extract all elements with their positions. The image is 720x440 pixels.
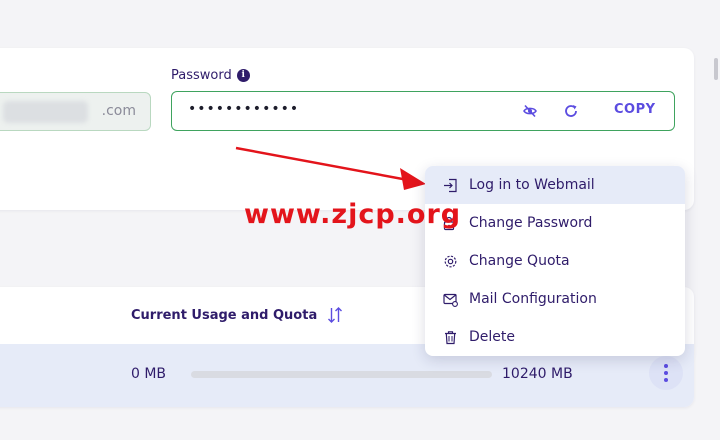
hide-password-icon[interactable] xyxy=(522,103,538,119)
menu-item-label: Mail Configuration xyxy=(469,291,597,307)
kebab-dot xyxy=(664,371,668,375)
menu-item-label: Log in to Webmail xyxy=(469,177,595,193)
menu-item-label: Change Quota xyxy=(469,253,570,269)
email-redacted-blur xyxy=(3,101,88,123)
menu-item-delete[interactable]: Delete xyxy=(425,318,685,356)
info-icon[interactable]: i xyxy=(236,69,250,82)
gear-icon xyxy=(444,255,457,267)
menu-item-change-quota[interactable]: Change Quota xyxy=(425,242,685,280)
menu-item-mail-configuration[interactable]: Mail Configuration xyxy=(425,280,685,318)
email-domain-text: .com xyxy=(101,103,136,119)
regenerate-password-icon[interactable] xyxy=(563,103,579,119)
menu-item-label: Change Password xyxy=(469,215,593,231)
page-scrollbar[interactable] xyxy=(714,58,718,80)
password-label: Password i xyxy=(171,68,250,83)
copy-password-button[interactable]: COPY xyxy=(614,102,656,117)
password-label-text: Password xyxy=(171,68,232,83)
row-actions-menu: Log in to Webmail Change Password Change… xyxy=(425,166,685,356)
sort-icon[interactable] xyxy=(327,306,343,324)
kebab-dot xyxy=(664,378,668,382)
password-field[interactable]: •••••••••••• COPY xyxy=(171,91,675,131)
menu-item-label: Delete xyxy=(469,329,515,345)
annotation-arrow xyxy=(235,146,426,190)
quota-limit: 10240 MB xyxy=(502,366,573,382)
column-header-text: Current Usage and Quota xyxy=(131,307,318,323)
current-usage: 0 MB xyxy=(131,366,167,382)
password-value: •••••••••••• xyxy=(188,101,300,117)
menu-item-login-webmail[interactable]: Log in to Webmail xyxy=(425,166,685,204)
login-icon xyxy=(444,178,457,192)
menu-item-change-password[interactable]: Change Password xyxy=(425,204,685,242)
kebab-dot xyxy=(664,364,668,368)
email-field[interactable]: .com xyxy=(0,92,151,131)
column-header-usage[interactable]: Current Usage and Quota xyxy=(131,306,343,324)
quota-progress-bar xyxy=(191,371,492,378)
watermark-text: www.zjcp.org xyxy=(244,199,462,230)
mail-settings-icon xyxy=(443,293,458,307)
row-actions-kebab-button[interactable] xyxy=(649,356,683,390)
trash-icon xyxy=(445,330,456,344)
